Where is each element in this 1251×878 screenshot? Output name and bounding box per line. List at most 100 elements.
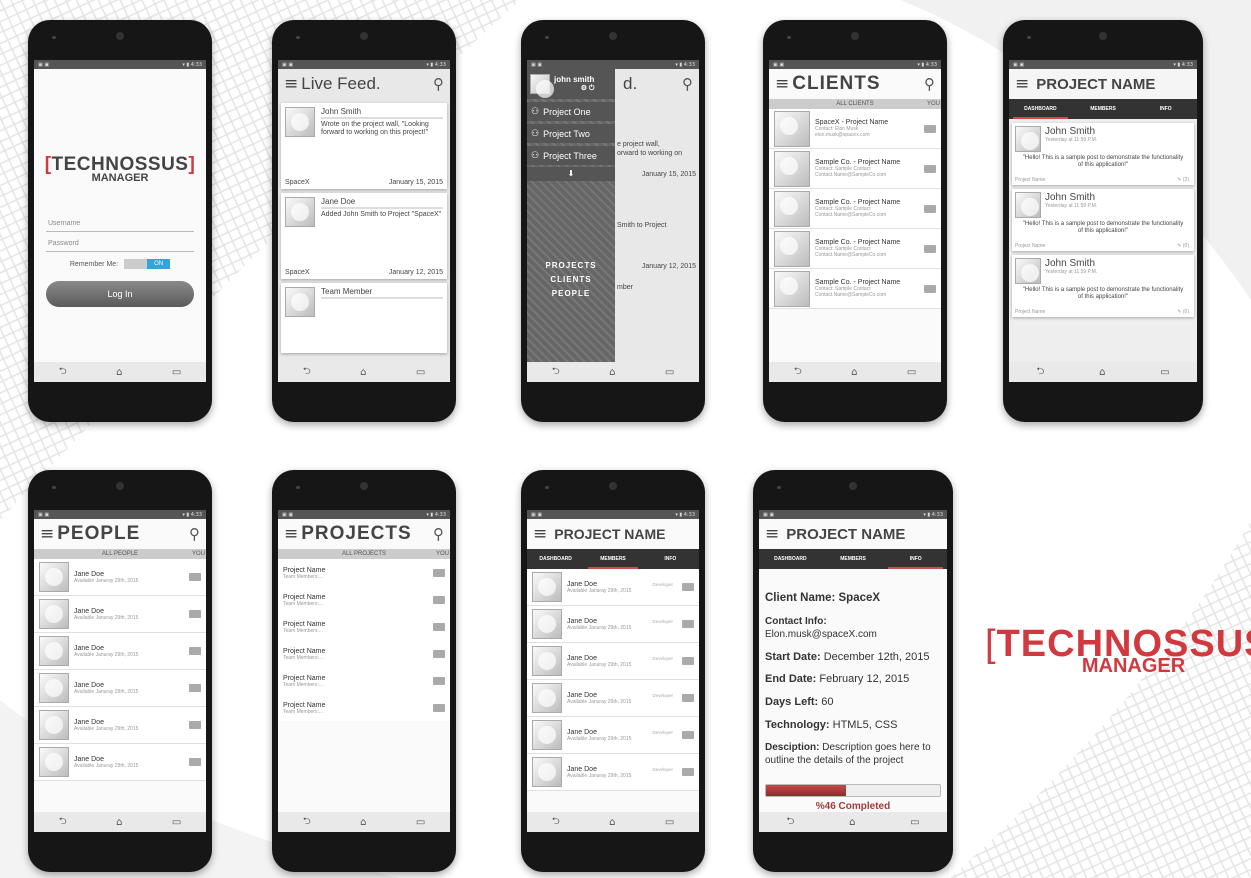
home-icon[interactable]: ⌂ xyxy=(116,817,122,828)
back-icon[interactable]: ⮌ xyxy=(794,364,802,381)
home-icon[interactable]: ⌂ xyxy=(360,367,366,378)
person-row[interactable]: Jane Doe Available Januray 29th, 2015 xyxy=(34,633,206,670)
message-icon[interactable] xyxy=(433,650,445,658)
project-row[interactable]: Project Name Team Members:... xyxy=(278,640,450,667)
message-icon[interactable] xyxy=(924,204,936,213)
home-icon[interactable]: ⌂ xyxy=(609,817,615,828)
message-icon[interactable] xyxy=(682,768,694,776)
message-icon[interactable] xyxy=(924,124,936,133)
back-icon[interactable]: ⮌ xyxy=(59,814,67,831)
back-icon[interactable]: ⮌ xyxy=(552,814,560,831)
home-icon[interactable]: ⌂ xyxy=(1099,367,1105,378)
feed-card[interactable]: Team Member xyxy=(281,283,447,353)
drawer-menu-item[interactable]: CLIENTS xyxy=(527,273,615,287)
message-icon[interactable] xyxy=(924,244,936,253)
back-icon[interactable]: ⮌ xyxy=(59,364,67,381)
project-row[interactable]: Project Name Team Members:... xyxy=(278,613,450,640)
tab-all-people[interactable]: ALL PEOPLE YOU xyxy=(34,549,206,559)
tab-members[interactable]: MEMBERS xyxy=(822,549,885,569)
member-row[interactable]: Jane Doe Developer Available Januray 29th,… xyxy=(527,680,699,717)
recent-icon[interactable]: ▭ xyxy=(665,367,674,378)
back-icon[interactable]: ⮌ xyxy=(303,814,311,831)
recent-icon[interactable]: ▭ xyxy=(172,367,181,378)
post-card[interactable]: John Smith Yesterday at 11:59 P.M. "Hello!… xyxy=(1012,189,1194,251)
home-icon[interactable]: ⌂ xyxy=(116,367,122,378)
member-row[interactable]: Jane Doe Developer Available Januray 29th,… xyxy=(527,717,699,754)
tab-dashboard[interactable]: DASHBOARD xyxy=(527,549,584,569)
client-row[interactable]: SpaceX - Project Name Contact: Elon Musk e… xyxy=(769,109,941,149)
home-icon[interactable]: ⌂ xyxy=(609,367,615,378)
tab-all-projects[interactable]: ALL PROJECTS YOU xyxy=(278,549,450,559)
message-icon[interactable] xyxy=(189,684,201,692)
drawer-project-item[interactable]: ⚇ Project Two xyxy=(527,124,615,143)
comment-count[interactable]: ✎ (2) xyxy=(1177,177,1189,183)
home-icon[interactable]: ⌂ xyxy=(849,817,855,828)
message-icon[interactable] xyxy=(682,583,694,591)
search-icon[interactable]: ⚲ xyxy=(189,525,200,543)
menu-icon[interactable]: ≡ xyxy=(533,525,547,543)
drawer-menu-item[interactable]: PEOPLE xyxy=(527,287,615,301)
client-row[interactable]: Sample Co. - Project Name Contact: Sample… xyxy=(769,269,941,309)
recent-icon[interactable]: ▭ xyxy=(910,817,919,828)
expand-arrow-icon[interactable]: ⬇ xyxy=(527,167,615,181)
back-icon[interactable]: ⮌ xyxy=(786,814,794,831)
recent-icon[interactable]: ▭ xyxy=(416,817,425,828)
client-row[interactable]: Sample Co. - Project Name Contact: Sample… xyxy=(769,189,941,229)
recent-icon[interactable]: ▭ xyxy=(665,817,674,828)
person-row[interactable]: Jane Doe Available Januray 29th, 2015 xyxy=(34,670,206,707)
menu-icon[interactable]: ≡ xyxy=(775,75,789,93)
recent-icon[interactable]: ▭ xyxy=(907,367,916,378)
menu-icon[interactable]: ≡ xyxy=(1015,75,1029,93)
menu-icon[interactable]: ≡ xyxy=(284,75,298,93)
drawer-menu-item[interactable]: PROJECTS xyxy=(527,259,615,273)
username-field[interactable]: Username xyxy=(46,216,194,232)
person-row[interactable]: Jane Doe Available Januray 29th, 2015 xyxy=(34,707,206,744)
home-icon[interactable]: ⌂ xyxy=(360,817,366,828)
post-card[interactable]: John Smith Yesterday at 11:59 P.M. "Hello!… xyxy=(1012,123,1194,185)
home-icon[interactable]: ⌂ xyxy=(851,367,857,378)
post-card[interactable]: John Smith Yesterday at 11:59 P.M. "Hello!… xyxy=(1012,255,1194,317)
drawer-project-item[interactable]: ⚇ Project Three xyxy=(527,146,615,165)
project-row[interactable]: Project Name Team Members:... xyxy=(278,667,450,694)
login-button[interactable]: Log In xyxy=(46,281,194,307)
tab-info[interactable]: INFO xyxy=(642,549,699,569)
person-row[interactable]: Jane Doe Available Januray 29th, 2015 xyxy=(34,559,206,596)
menu-icon[interactable]: ≡ xyxy=(40,525,54,543)
member-row[interactable]: Jane Doe Developer Available Januray 29th,… xyxy=(527,606,699,643)
message-icon[interactable] xyxy=(433,677,445,685)
message-icon[interactable] xyxy=(189,610,201,618)
remember-toggle[interactable]: ON xyxy=(124,259,171,269)
tab-dashboard[interactable]: DASHBOARD xyxy=(759,549,822,569)
back-icon[interactable]: ⮌ xyxy=(552,364,560,381)
tab-members[interactable]: MEMBERS xyxy=(1072,99,1135,119)
message-icon[interactable] xyxy=(682,620,694,628)
message-icon[interactable] xyxy=(924,164,936,173)
back-icon[interactable]: ⮌ xyxy=(303,364,311,381)
comment-count[interactable]: ✎ (0) xyxy=(1177,243,1189,249)
drawer-project-item[interactable]: ⚇ Project One xyxy=(527,102,615,121)
feed-card[interactable]: Jane Doe Added John Smith to Project "Spa… xyxy=(281,193,447,279)
member-row[interactable]: Jane Doe Developer Available Januray 29th,… xyxy=(527,643,699,680)
tab-members[interactable]: MEMBERS xyxy=(584,549,641,569)
recent-icon[interactable]: ▭ xyxy=(416,367,425,378)
message-icon[interactable] xyxy=(189,721,201,729)
tab-all-clients[interactable]: ALL CLIENTS YOU xyxy=(769,99,941,109)
tab-info[interactable]: INFO xyxy=(884,549,947,569)
comment-count[interactable]: ✎ (0) xyxy=(1177,309,1189,315)
drawer-user[interactable]: john smith ⚙ ⏻ xyxy=(527,69,615,99)
person-row[interactable]: Jane Doe Available Januray 29th, 2015 xyxy=(34,744,206,781)
project-row[interactable]: Project Name Team Members:... xyxy=(278,559,450,586)
menu-icon[interactable]: ≡ xyxy=(765,525,779,543)
search-icon[interactable]: ⚲ xyxy=(924,75,935,93)
member-row[interactable]: Jane Doe Developer Available Januray 29th,… xyxy=(527,569,699,606)
menu-icon[interactable]: ≡ xyxy=(284,525,298,543)
message-icon[interactable] xyxy=(433,704,445,712)
message-icon[interactable] xyxy=(189,758,201,766)
message-icon[interactable] xyxy=(924,284,936,293)
tab-info[interactable]: INFO xyxy=(1134,99,1197,119)
message-icon[interactable] xyxy=(189,573,201,581)
recent-icon[interactable]: ▭ xyxy=(1160,367,1169,378)
person-row[interactable]: Jane Doe Available Januray 29th, 2015 xyxy=(34,596,206,633)
member-row[interactable]: Jane Doe Developer Available Januray 29th,… xyxy=(527,754,699,791)
project-row[interactable]: Project Name Team Members:... xyxy=(278,694,450,721)
